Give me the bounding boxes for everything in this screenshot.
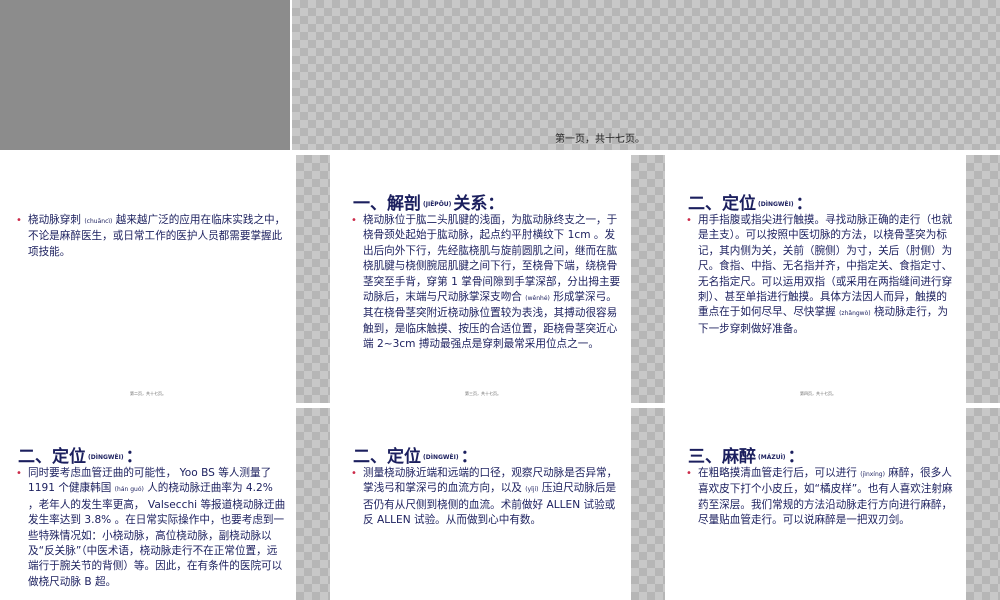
slide-6-body: • 测量桡动脉近端和远端的口径，观察尺动脉是否异常，掌浅弓和掌深弓的血流方向，以…	[351, 466, 621, 529]
slide-side-pattern	[296, 408, 330, 600]
paragraph-text: 在粗略摸清血管走行后，可以进行	[698, 467, 861, 479]
bullet-icon: •	[351, 468, 357, 479]
bullet-icon: •	[16, 215, 22, 226]
page-number: 第三页，共十七页。	[465, 391, 501, 396]
slide-3[interactable]: 一、解剖 (JIĚPŌU) 关系： • 桡动脉位于肱二头肌腱的浅面，为肱动脉终支之一…	[335, 155, 665, 403]
page-number: 第二页，共十七页。	[130, 391, 166, 396]
slide-side-pattern	[296, 155, 330, 403]
pinyin-annotation: (jìnxíng)	[860, 471, 885, 478]
slide-side-pattern	[966, 408, 1000, 600]
slide-5[interactable]: 二、定位 (DÌNGWÈI)： • 同时要考虑血管迂曲的可能性， Yoo BS 等…	[0, 408, 330, 600]
pinyin-annotation: (wěnhé)	[525, 295, 550, 303]
paragraph-text: 桡动脉位于肱二头肌腱的浅面，为肱动脉终支之一，于桡骨颈处起始于肱动脉，起点约平肘…	[363, 214, 621, 304]
page-number: 第四页，共十七页。	[800, 391, 836, 396]
slide-1[interactable]: 第一页，共十七页。	[0, 0, 1000, 150]
slide-1-dark-panel	[0, 0, 290, 150]
paragraph-text: 桡动脉穿刺	[28, 214, 85, 226]
slide-1-pattern-panel	[292, 0, 1000, 150]
slide-2[interactable]: • 桡动脉穿刺 (chuāncì) 越来越广泛的应用在临床实践之中，不论是麻醉医…	[0, 155, 330, 403]
bullet-icon: •	[686, 215, 692, 226]
slide-5-body: • 同时要考虑血管迂曲的可能性， Yoo BS 等人测量了 1191 个健康韩国…	[16, 466, 286, 590]
slide-4-body: • 用手指腹或指尖进行触摸。寻找动脉正确的走行（也就是主支）。可以按照中医切脉的…	[686, 213, 956, 337]
bullet-icon: •	[351, 215, 357, 226]
pinyin-annotation: (chuāncì)	[84, 218, 113, 225]
paragraph-text: 人的桡动脉迂曲率为 4.2% ，老年人的发生率更高， Valsecchi 等报道…	[28, 482, 286, 588]
slide-5-title: 二、定位 (DÌNGWÈI)：	[18, 447, 143, 467]
bullet-icon: •	[686, 468, 692, 479]
slide-6[interactable]: 二、定位 (DÌNGWÈI)： • 测量桡动脉近端和远端的口径，观察尺动脉是否异常…	[335, 408, 665, 600]
slide-4-title: 二、定位 (DÌNGWÈI)：	[688, 194, 813, 214]
pinyin-annotation: (zhǎngwò)	[839, 310, 871, 318]
slide-side-pattern	[966, 155, 1000, 403]
slide-side-pattern	[631, 408, 665, 600]
slide-4[interactable]: 二、定位 (DÌNGWÈI)： • 用手指腹或指尖进行触摸。寻找动脉正确的走行（也…	[670, 155, 1000, 403]
slide-side-pattern	[631, 155, 665, 403]
bullet-icon: •	[16, 468, 22, 479]
pinyin-annotation: (hán guó)	[114, 486, 144, 494]
slide-7-title: 三、麻醉 (MÁZUÌ)：	[688, 447, 805, 467]
paragraph-text: 用手指腹或指尖进行触摸。寻找动脉正确的走行（也就是主支）。可以按照中医切脉的方法…	[698, 214, 953, 319]
slide-6-title: 二、定位 (DÌNGWÈI)：	[353, 447, 478, 467]
slide-7[interactable]: 三、麻醉 (MÁZUÌ)： • 在粗略摸清血管走行后，可以进行 (jìnxíng)…	[670, 408, 1000, 600]
slide-7-body: • 在粗略摸清血管走行后，可以进行 (jìnxíng) 麻醉，很多人喜欢皮下打个…	[686, 466, 956, 529]
pinyin-annotation: (yǐjí)	[525, 486, 539, 494]
slide-2-body: • 桡动脉穿刺 (chuāncì) 越来越广泛的应用在临床实践之中，不论是麻醉医…	[16, 213, 286, 260]
slide-3-body: • 桡动脉位于肱二头肌腱的浅面，为肱动脉终支之一，于桡骨颈处起始于肱动脉，起点约…	[351, 213, 621, 353]
slide-1-footer: 第一页，共十七页。	[555, 134, 645, 145]
slide-3-title: 一、解剖 (JIĚPŌU) 关系：	[353, 194, 505, 214]
